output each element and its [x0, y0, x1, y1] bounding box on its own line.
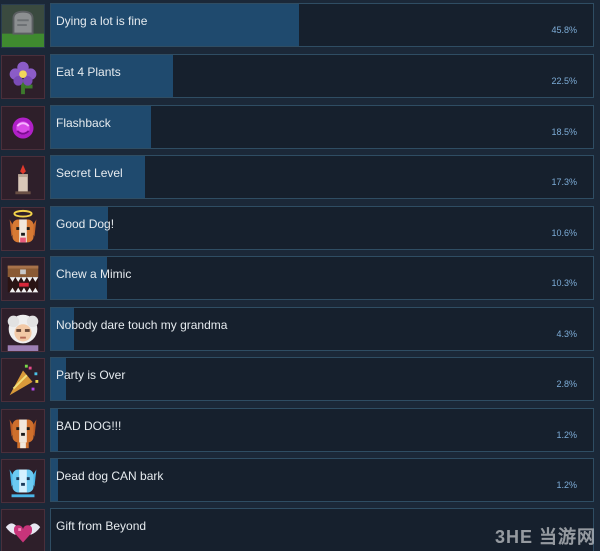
bad-dog-icon [1, 409, 45, 453]
winged-heart-icon [1, 509, 45, 551]
progress-bar: Chew a Mimic 10.3% [50, 256, 594, 300]
achievement-percent: 10.6% [551, 228, 577, 238]
achievement-list: Dying a lot is fine 45.8% Eat 4 Plants 2… [0, 0, 600, 551]
party-popper-icon [1, 358, 45, 402]
angel-dog-icon [1, 207, 45, 251]
achievement-row: Dead dog CAN bark 1.2% [0, 457, 600, 507]
grandma-icon [1, 308, 45, 352]
progress-bar: Flashback 18.5% [50, 105, 594, 149]
mimic-chest-icon [1, 257, 45, 301]
achievement-row: BAD DOG!!! 1.2% [0, 407, 600, 457]
achievement-name: Good Dog! [56, 217, 115, 231]
purple-orb-icon [1, 106, 45, 150]
progress-bar: Nobody dare touch my grandma 4.3% [50, 307, 594, 351]
achievement-row: Dying a lot is fine 45.8% [0, 2, 600, 52]
ghost-dog-icon [1, 459, 45, 503]
achievement-row: Nobody dare touch my grandma 4.3% [0, 306, 600, 356]
achievement-percent: 4.3% [556, 329, 577, 339]
achievement-percent: 45.8% [551, 25, 577, 35]
progress-bar: Good Dog! 10.6% [50, 206, 594, 250]
purple-flower-icon [1, 55, 45, 99]
achievement-percent: 22.5% [551, 76, 577, 86]
achievement-name: BAD DOG!!! [56, 419, 122, 433]
progress-bar: Eat 4 Plants 22.5% [50, 54, 594, 98]
achievement-percent: 2.8% [556, 379, 577, 389]
achievement-row: Party is Over 2.8% [0, 356, 600, 406]
achievement-percent: 1.2% [556, 430, 577, 440]
achievement-percent: 18.5% [551, 127, 577, 137]
progress-bar: Party is Over 2.8% [50, 357, 594, 401]
achievement-percent: 10.3% [551, 278, 577, 288]
achievement-name: Flashback [56, 116, 111, 130]
progress-bar: Secret Level 17.3% [50, 155, 594, 199]
achievement-percent: 1.2% [556, 480, 577, 490]
achievement-name: Secret Level [56, 166, 123, 180]
achievement-name: Dead dog CAN bark [56, 469, 164, 483]
progress-bar: Dead dog CAN bark 1.2% [50, 458, 594, 502]
achievement-name: Chew a Mimic [56, 267, 132, 281]
achievement-row: Good Dog! 10.6% [0, 205, 600, 255]
achievement-row: Eat 4 Plants 22.5% [0, 53, 600, 103]
progress-bar: BAD DOG!!! 1.2% [50, 408, 594, 452]
achievement-name: Nobody dare touch my grandma [56, 318, 228, 332]
achievement-name: Gift from Beyond [56, 519, 147, 533]
candle-icon [1, 156, 45, 200]
achievement-row: Chew a Mimic 10.3% [0, 255, 600, 305]
tombstone-icon [1, 4, 45, 48]
achievement-name: Dying a lot is fine [56, 14, 148, 28]
achievement-percent: 17.3% [551, 177, 577, 187]
achievement-row: Flashback 18.5% [0, 104, 600, 154]
achievement-name: Eat 4 Plants [56, 65, 121, 79]
progress-bar: Dying a lot is fine 45.8% [50, 3, 594, 47]
watermark-logo: 3HE 当游网 [494, 527, 596, 547]
achievement-row: Secret Level 17.3% [0, 154, 600, 204]
achievement-name: Party is Over [56, 368, 126, 382]
